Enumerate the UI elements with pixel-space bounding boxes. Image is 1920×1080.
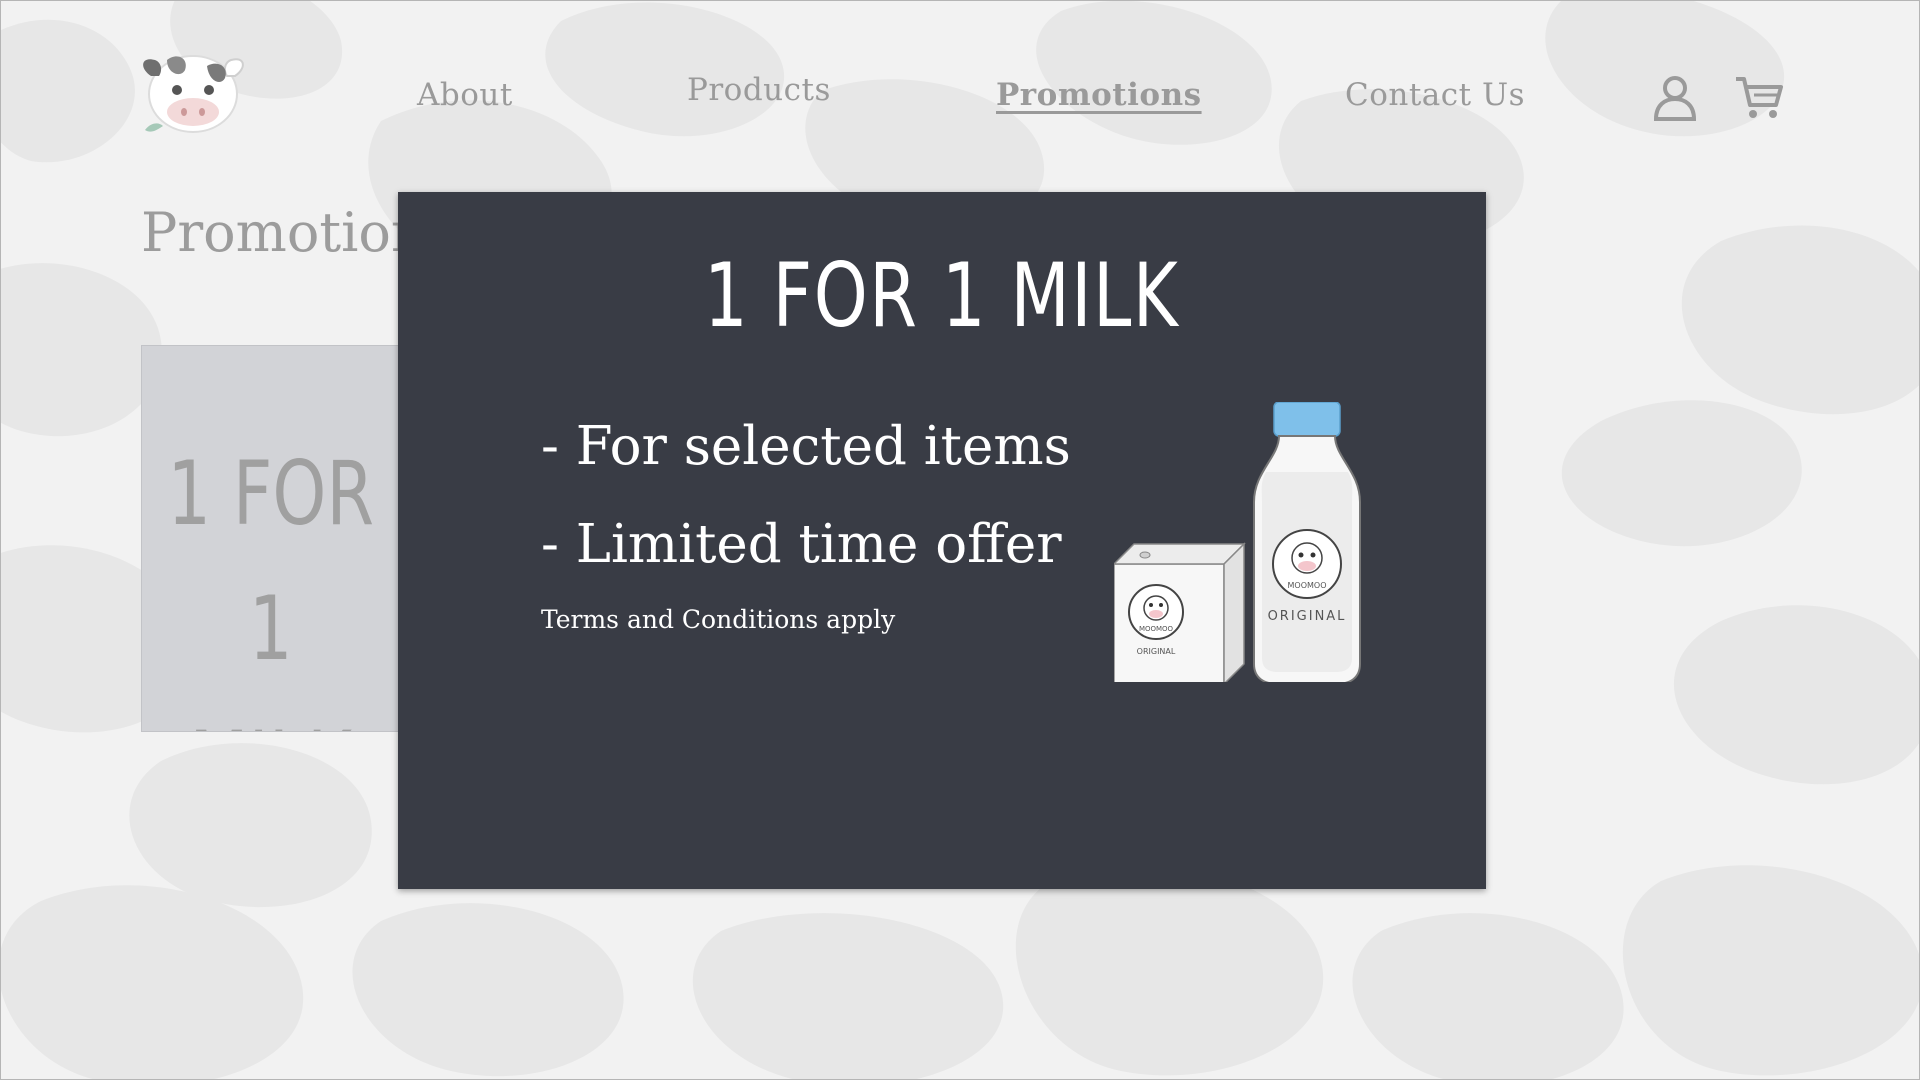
milk-bottle-icon: MOOMOO ORIGINAL <box>1253 402 1361 682</box>
terms-and-conditions-link[interactable]: Terms and Conditions apply <box>541 605 895 634</box>
promotion-modal[interactable]: 1 FOR 1 MILK - For selected items - Limi… <box>398 192 1486 889</box>
milk-carton-icon: MOOMOO ORIGINAL <box>1114 542 1246 682</box>
cow-logo-icon[interactable] <box>137 46 249 138</box>
bottle-label-text: ORIGINAL <box>1268 609 1347 624</box>
user-icon[interactable] <box>1653 75 1697 121</box>
nav-contact-us[interactable]: Contact Us <box>1345 77 1525 113</box>
milk-products-illustration: MOOMOO ORIGINAL MOOMOO ORIGINAL <box>1114 402 1361 682</box>
modal-bullet-limited-time: - Limited time offer <box>541 514 1062 575</box>
nav-promotions[interactable]: Promotions <box>996 77 1202 113</box>
modal-title: 1 FOR 1 MILK <box>704 244 1180 347</box>
nav-about[interactable]: About <box>417 77 513 113</box>
cart-icon[interactable] <box>1734 75 1784 121</box>
carton-label-text: ORIGINAL <box>1137 647 1176 656</box>
carton-brand-text: MOOMOO <box>1139 625 1174 633</box>
nav-products[interactable]: Products <box>687 72 831 108</box>
promotion-card-title: 1 FOR 1 MILK <box>167 442 375 731</box>
modal-bullet-selected-items: - For selected items <box>541 416 1071 477</box>
page-frame: About Products Promotions Contact Us Pro… <box>0 0 1920 1080</box>
bottle-brand-text: MOOMOO <box>1288 581 1327 590</box>
